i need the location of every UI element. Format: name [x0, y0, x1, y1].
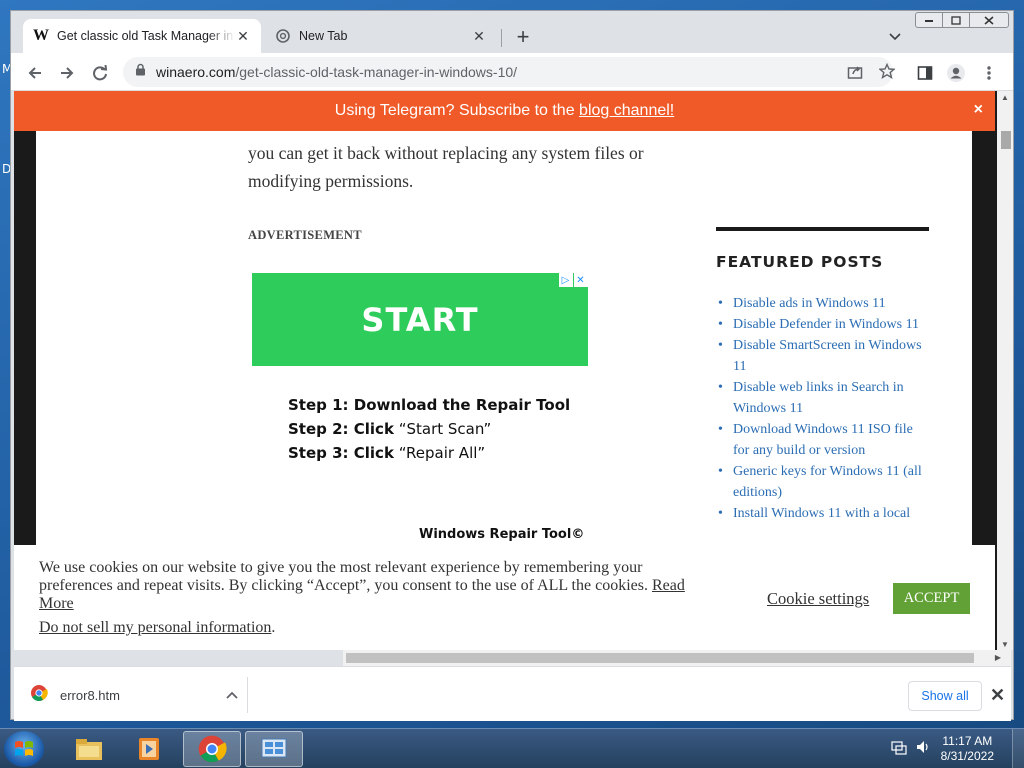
show-all-downloads-button[interactable]: Show all [908, 681, 982, 711]
do-not-sell-suffix: . [271, 619, 276, 636]
ad-steps: Step 1: Download the Repair Tool Step 2:… [288, 393, 570, 465]
cookie-message-text: We use cookies on our website to give yo… [39, 559, 648, 594]
chevron-up-icon[interactable] [222, 685, 242, 705]
winaero-favicon-icon: W [33, 27, 49, 44]
ad-banner-text: START [361, 300, 479, 339]
ad-info-icon[interactable]: ▷ [559, 273, 573, 287]
close-download-shelf-icon[interactable]: ✕ [990, 685, 1005, 706]
scroll-down-arrow-icon[interactable]: ▼ [997, 638, 1013, 650]
do-not-sell-link[interactable]: Do not sell my personal information [39, 619, 271, 636]
media-player-taskbar-icon[interactable] [121, 731, 179, 767]
clock-date: 8/31/2022 [940, 749, 994, 763]
taskbar-clock[interactable]: 11:17 AM 8/31/2022 [941, 734, 994, 764]
minimize-button[interactable] [915, 12, 943, 28]
ad-step: Step 3: Click “Repair All” [288, 444, 486, 462]
tab-title: Get classic old Task Manager in W [57, 29, 235, 43]
download-item[interactable]: error8.htm [30, 679, 240, 711]
chrome-taskbar-icon[interactable] [183, 731, 241, 767]
cookie-consent-bar: We use cookies on our website to give yo… [14, 545, 995, 650]
control-panel-taskbar-icon[interactable] [245, 731, 303, 767]
featured-post-link[interactable]: Disable web links in Search in Windows 1… [716, 377, 931, 419]
cookie-settings-link[interactable]: Cookie settings [767, 589, 869, 609]
url-host: winaero.com [156, 64, 236, 80]
bookmark-star-icon[interactable] [878, 62, 896, 84]
featured-posts-heading: FEATURED POSTS [716, 253, 884, 271]
close-tab-icon[interactable]: ✕ [235, 28, 251, 44]
horizontal-scrollbar[interactable]: ▶ [343, 650, 1011, 666]
featured-post-link[interactable]: Install Windows 11 with a local [716, 503, 931, 524]
window-close-button[interactable] [969, 12, 1009, 28]
ad-footer: Windows Repair Tool© [419, 527, 585, 542]
scrollbar-thumb[interactable] [1001, 131, 1011, 149]
tab-title: New Tab [299, 29, 348, 43]
telegram-banner-text: Using Telegram? Subscribe to the [334, 102, 580, 119]
scroll-up-arrow-icon[interactable]: ▲ [997, 91, 1013, 103]
tab-winaero[interactable]: W Get classic old Task Manager in W ✕ [23, 19, 261, 53]
tab-separator [501, 29, 502, 47]
ad-choices[interactable]: ▷ ✕ [559, 273, 588, 287]
windows-logo-icon [15, 741, 33, 756]
tab-strip: W Get classic old Task Manager in W ✕ Ne… [11, 11, 1013, 53]
show-desktop-button[interactable] [1012, 729, 1024, 768]
ad-start-banner[interactable]: START ▷ ✕ [252, 273, 588, 366]
system-tray: 11:17 AM 8/31/2022 [891, 729, 1024, 768]
vertical-scrollbar[interactable]: ▲ ▼ [997, 91, 1013, 650]
clock-time: 11:17 AM [942, 734, 993, 748]
ad-close-icon[interactable]: ✕ [574, 273, 588, 287]
explorer-taskbar-icon[interactable] [60, 731, 118, 767]
featured-post-link[interactable]: Disable ads in Windows 11 [716, 293, 931, 314]
cookie-message: We use cookies on our website to give yo… [39, 559, 719, 613]
article-paragraph: you can get it back without replacing an… [248, 143, 644, 191]
url-path: /get-classic-old-task-manager-in-windows… [235, 64, 518, 80]
menu-kebab-icon[interactable] [977, 61, 1001, 85]
back-arrow-icon[interactable] [23, 61, 47, 85]
accept-cookies-button[interactable]: ACCEPT [893, 583, 970, 614]
browser-window: W Get classic old Task Manager in W ✕ Ne… [10, 10, 1014, 721]
download-file-name: error8.htm [60, 687, 120, 703]
download-separator [247, 677, 248, 713]
featured-post-link[interactable]: Generic keys for Windows 11 (all edition… [716, 461, 931, 503]
featured-post-link[interactable]: Disable Defender in Windows 11 [716, 314, 931, 335]
advertisement-label: ADVERTISEMENT [248, 228, 362, 242]
side-panel-icon[interactable] [913, 61, 937, 85]
tab-search-chevron-icon[interactable] [885, 27, 905, 47]
new-tab-button[interactable]: + [511, 24, 535, 49]
reload-icon[interactable] [88, 61, 112, 85]
telegram-banner: Using Telegram? Subscribe to the blog ch… [14, 91, 995, 131]
featured-post-link[interactable]: Download Windows 11 ISO file for any bui… [716, 419, 931, 461]
taskbar: 11:17 AM 8/31/2022 [0, 728, 1024, 768]
featured-posts-list: Disable ads in Windows 11 Disable Defend… [716, 293, 931, 524]
network-icon[interactable] [891, 739, 907, 760]
chrome-favicon-icon [275, 28, 291, 44]
share-icon[interactable] [847, 64, 863, 85]
scroll-right-arrow-icon[interactable]: ▶ [995, 650, 1001, 666]
telegram-banner-close-icon[interactable]: × [974, 101, 983, 119]
sidebar-divider [716, 227, 929, 231]
address-bar[interactable]: winaero.com/get-classic-old-task-manager… [123, 57, 896, 87]
url-text[interactable]: winaero.com/get-classic-old-task-manager… [156, 64, 517, 80]
chrome-file-icon [30, 684, 48, 707]
featured-post-link[interactable]: Disable SmartScreen in Windows 11 [716, 335, 931, 377]
profile-avatar-icon[interactable] [944, 61, 968, 85]
tab-new-tab[interactable]: New Tab ✕ [265, 19, 497, 53]
close-tab-icon[interactable]: ✕ [471, 28, 487, 44]
ad-step: Step 2: Click “Start Scan” [288, 420, 492, 438]
lock-icon[interactable] [135, 63, 146, 81]
forward-arrow-icon[interactable] [55, 61, 79, 85]
start-button[interactable] [4, 731, 44, 767]
download-shelf: error8.htm Show all ✕ [14, 666, 1011, 721]
browser-toolbar: winaero.com/get-classic-old-task-manager… [11, 53, 1013, 91]
restore-button[interactable] [942, 12, 970, 28]
ad-step: Step 1: Download the Repair Tool [288, 396, 571, 414]
horizontal-scrollbar-thumb[interactable] [346, 653, 974, 663]
do-not-sell-row: Do not sell my personal information. [39, 619, 275, 637]
volume-icon[interactable] [915, 739, 931, 760]
blog-channel-link[interactable]: blog channel! [579, 102, 674, 120]
